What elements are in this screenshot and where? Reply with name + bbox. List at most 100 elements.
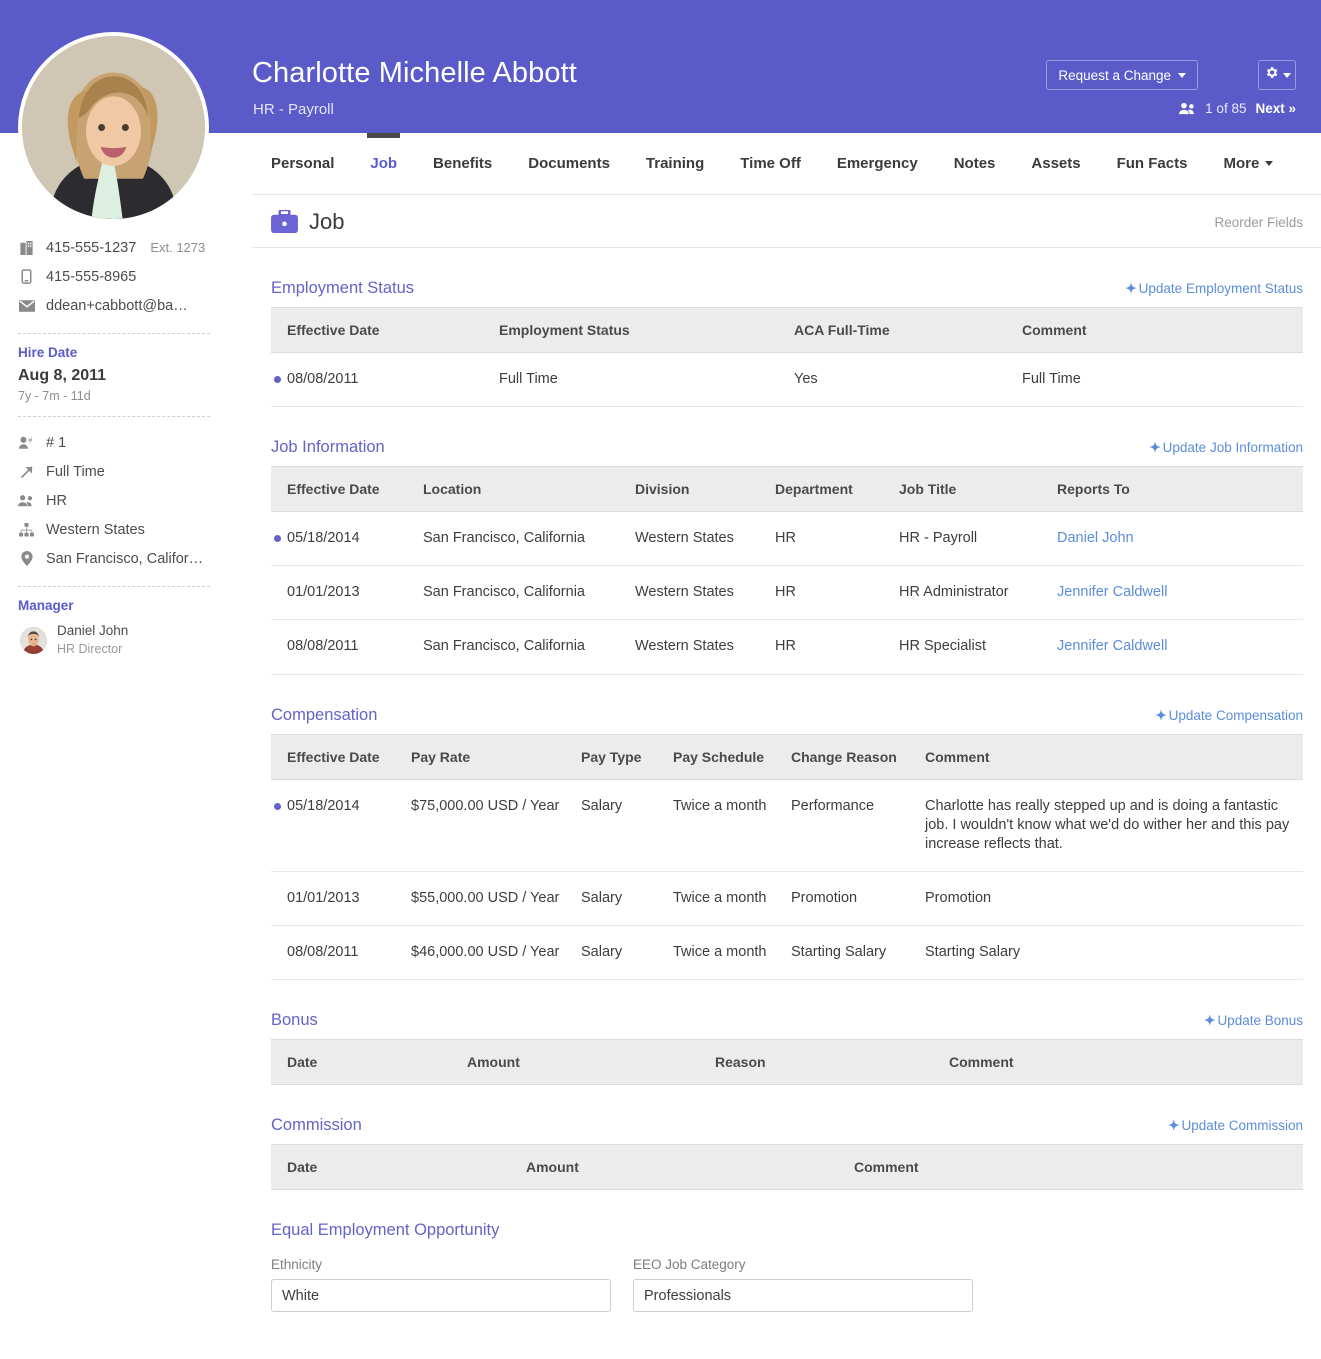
- cell-reports-to[interactable]: Jennifer Caldwell: [1057, 565, 1303, 621]
- update-commission-button[interactable]: ✦ Update Commission: [1168, 1118, 1303, 1134]
- employee-avatar[interactable]: [18, 32, 209, 223]
- cell-pay-schedule: Twice a month: [673, 779, 791, 872]
- next-record-button[interactable]: Next »: [1255, 101, 1296, 116]
- record-pager: 1 of 85 Next »: [1179, 101, 1296, 116]
- eeo-job-category-input[interactable]: [633, 1279, 973, 1313]
- table-row[interactable]: 01/01/2013 $55,000.00 USD / Year Salary …: [271, 871, 1303, 927]
- column-header: Comment: [949, 1039, 1303, 1086]
- cell-department: HR: [775, 619, 899, 675]
- action-label: Update Compensation: [1168, 707, 1303, 723]
- sidebar-email[interactable]: ddean+cabbott@ba…: [0, 291, 228, 320]
- tab-label: Personal: [271, 155, 335, 172]
- employee-profile-page: Charlotte Michelle Abbott HR - Payroll R…: [0, 0, 1321, 1359]
- reports-to-link[interactable]: Jennifer Caldwell: [1057, 638, 1167, 654]
- page-title: Job: [309, 209, 345, 234]
- column-header: Comment: [1022, 307, 1303, 353]
- sidebar-location-value: San Francisco, Califor…: [46, 550, 204, 567]
- tab-job[interactable]: Job: [352, 132, 415, 195]
- reports-to-link[interactable]: Jennifer Caldwell: [1057, 584, 1167, 600]
- tab-label: Notes: [953, 155, 996, 172]
- column-header: Employment Status: [499, 307, 794, 353]
- eeo-job-category-label: EEO Job Category: [633, 1257, 746, 1273]
- tab-fun-facts[interactable]: Fun Facts: [1099, 133, 1206, 195]
- sidebar-employment-type: Full Time: [0, 457, 228, 486]
- update-employment-status-button[interactable]: ✦ Update Employment Status: [1125, 281, 1303, 297]
- table-row[interactable]: 01/01/2013 San Francisco, California Wes…: [271, 565, 1303, 621]
- cell-reports-to[interactable]: Daniel John: [1057, 511, 1303, 567]
- tab-assets[interactable]: Assets: [1013, 133, 1098, 195]
- column-header: Location: [423, 466, 635, 513]
- ethnicity-input[interactable]: [271, 1279, 611, 1313]
- record-count: 1 of 85: [1205, 101, 1247, 116]
- profile-tab-bar: Personal Job Benefits Documents Training…: [252, 132, 1321, 195]
- reorder-fields-button[interactable]: Reorder Fields: [1214, 215, 1303, 230]
- section-title: Job Information: [271, 438, 385, 457]
- cell-effective-date: 08/08/2011: [271, 352, 499, 408]
- cell-reports-to[interactable]: Jennifer Caldwell: [1057, 619, 1303, 675]
- table-header-row: Date Amount Comment: [271, 1144, 1303, 1191]
- cell-pay-type: Salary: [581, 925, 673, 981]
- reports-to-link[interactable]: Daniel John: [1057, 530, 1134, 546]
- table-row[interactable]: 05/18/2014 San Francisco, California Wes…: [271, 511, 1303, 567]
- people-icon: [18, 494, 35, 507]
- request-a-change-button[interactable]: Request a Change: [1046, 60, 1198, 90]
- cell-job-title: HR Specialist: [899, 619, 1057, 675]
- sidebar-hire-date-value: Aug 8, 2011: [18, 367, 107, 384]
- settings-button[interactable]: [1258, 60, 1296, 90]
- table-header-row: Effective Date Location Division Departm…: [271, 466, 1303, 513]
- tab-label: Time Off: [740, 155, 801, 172]
- action-label: Update Employment Status: [1138, 281, 1303, 296]
- sidebar-manager-label: Manager: [18, 598, 74, 613]
- cell-pay-schedule: Twice a month: [673, 925, 791, 981]
- update-job-information-button[interactable]: ✦ Update Job Information: [1149, 440, 1303, 456]
- tab-notes[interactable]: Notes: [936, 133, 1014, 195]
- table-header-row: Effective Date Employment Status ACA Ful…: [271, 307, 1303, 353]
- plus-icon: ✦: [1125, 281, 1137, 296]
- sidebar-manager[interactable]: Daniel John HR Director: [0, 622, 228, 658]
- sidebar-division-value: Western States: [46, 521, 145, 538]
- tab-documents[interactable]: Documents: [510, 133, 628, 195]
- update-bonus-button[interactable]: ✦ Update Bonus: [1204, 1013, 1303, 1029]
- section-title: Employment Status: [271, 279, 415, 297]
- sidebar-work-phone: 415-555-1237 Ext. 1273: [0, 233, 228, 262]
- sidebar-department-value: HR: [46, 492, 67, 509]
- cell-department: HR: [775, 511, 899, 567]
- update-compensation-button[interactable]: ✦ Update Compensation: [1155, 708, 1303, 724]
- tab-personal[interactable]: Personal: [252, 133, 352, 195]
- manager-name: Daniel John: [57, 623, 129, 638]
- plus-icon: ✦: [1149, 440, 1161, 456]
- column-header: Job Title: [899, 466, 1057, 513]
- tab-label: Fun Facts: [1116, 155, 1188, 172]
- table-row[interactable]: 08/08/2011 $46,000.00 USD / Year Salary …: [271, 925, 1303, 981]
- employee-sidebar: 415-555-1237 Ext. 1273 415-555-8965 ddea…: [0, 233, 228, 658]
- tab-time-off[interactable]: Time Off: [722, 133, 819, 195]
- table-row[interactable]: 08/08/2011 San Francisco, California Wes…: [271, 619, 1303, 675]
- tab-label: Documents: [528, 155, 610, 172]
- commission-table: Date Amount Comment: [271, 1144, 1303, 1191]
- column-header: Reports To: [1057, 466, 1303, 513]
- cell-job-title: HR Administrator: [899, 565, 1057, 621]
- cell-job-title: HR - Payroll: [899, 511, 1057, 567]
- org-chart-icon: [18, 522, 35, 537]
- job-content: Job Reorder Fields Employment Status ✦ Up…: [252, 195, 1321, 1313]
- table-row[interactable]: 05/18/2014 $75,000.00 USD / Year Salary …: [271, 779, 1303, 872]
- table-row[interactable]: 08/08/2011 Full Time Yes Full Time: [271, 352, 1303, 408]
- tab-more[interactable]: More: [1205, 133, 1291, 195]
- compensation-section: Compensation ✦ Update Compensation Effect…: [252, 706, 1321, 981]
- employment-status-header: Employment Status ✦ Update Employment Sta…: [271, 279, 1303, 298]
- tab-emergency[interactable]: Emergency: [819, 133, 936, 195]
- sidebar-mobile-phone: 415-555-8965: [0, 262, 228, 291]
- column-header: Department: [775, 466, 899, 513]
- cell-effective-date: 05/18/2014: [271, 779, 411, 872]
- tab-training[interactable]: Training: [628, 133, 722, 195]
- plus-icon: ✦: [1204, 1013, 1216, 1029]
- tab-label: Job: [370, 155, 398, 172]
- cell-pay-type: Salary: [581, 871, 673, 927]
- cell-pay-type: Salary: [581, 779, 673, 872]
- cell-effective-date: 01/01/2013: [271, 871, 411, 927]
- office-phone-icon: [18, 240, 35, 255]
- chevron-down-icon: [1282, 72, 1291, 78]
- cell-location: San Francisco, California: [423, 511, 635, 567]
- cell-comment: Starting Salary: [925, 925, 1303, 981]
- tab-benefits[interactable]: Benefits: [415, 133, 510, 195]
